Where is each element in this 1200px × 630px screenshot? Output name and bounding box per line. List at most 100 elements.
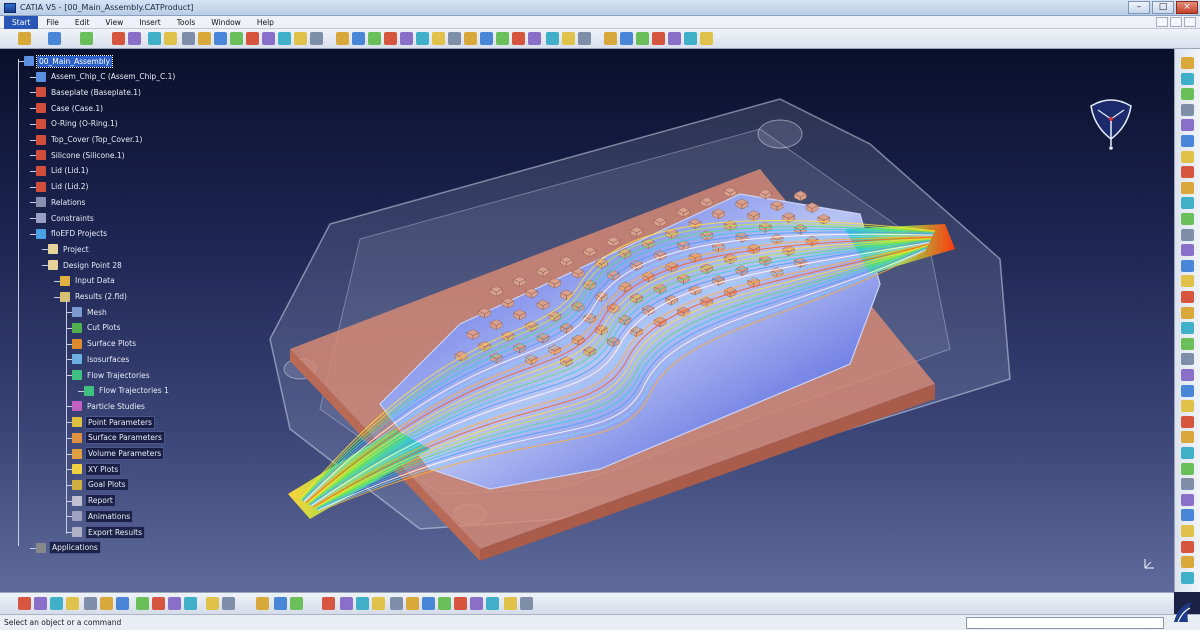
workbench-tool-icon[interactable]: [1181, 88, 1194, 101]
workbench-tool-icon[interactable]: [1181, 478, 1194, 491]
toolbar-tool-icon[interactable]: [230, 32, 243, 45]
view-tool-icon[interactable]: [152, 597, 165, 610]
tree-node-particle-studies[interactable]: Particle Studies: [72, 400, 147, 412]
workbench-tool-icon[interactable]: [1181, 353, 1194, 366]
workbench-tool-icon[interactable]: [1181, 571, 1194, 584]
menu-file[interactable]: File: [38, 16, 67, 29]
toolbar-tool-icon[interactable]: [528, 32, 541, 45]
view-tool-icon[interactable]: [406, 597, 419, 610]
workbench-tool-icon[interactable]: [1181, 415, 1194, 428]
toolbar-tool-icon[interactable]: [512, 32, 525, 45]
tree-node-surface-plots[interactable]: Surface Plots: [72, 338, 138, 350]
toolbar-tool-icon[interactable]: [310, 32, 323, 45]
view-tool-icon[interactable]: [184, 597, 197, 610]
toolbar-tool-icon[interactable]: [164, 32, 177, 45]
menu-start[interactable]: Start: [4, 15, 39, 29]
tree-node-report[interactable]: Report: [72, 494, 116, 508]
toolbar-tool-icon[interactable]: [432, 32, 445, 45]
menu-minimize-button[interactable]: [1156, 17, 1168, 27]
workbench-tool-icon[interactable]: [1181, 213, 1194, 225]
workbench-tool-icon[interactable]: [1181, 540, 1194, 553]
tree-node-lid-lid-2[interactable]: Lid (Lid.2): [36, 181, 90, 193]
toolbar-tool-icon[interactable]: [700, 32, 713, 45]
toolbar-tool-icon[interactable]: [18, 32, 31, 45]
menu-view[interactable]: View: [97, 16, 131, 29]
specification-tree[interactable]: 00_Main_Assembly Assem_Chip_C (Assem_Chip…: [8, 49, 258, 589]
tree-node-goal-plots[interactable]: Goal Plots: [72, 478, 129, 492]
view-tool-icon[interactable]: [84, 597, 97, 610]
workbench-tool-icon[interactable]: [1181, 462, 1194, 475]
toolbar-tool-icon[interactable]: [112, 32, 125, 45]
workbench-tool-icon[interactable]: [1181, 259, 1194, 272]
workbench-tool-icon[interactable]: [1181, 556, 1194, 569]
workbench-tool-icon[interactable]: [1181, 431, 1194, 444]
menu-help[interactable]: Help: [249, 16, 282, 29]
view-tool-icon[interactable]: [422, 597, 435, 610]
tree-node-baseplate-baseplate-1[interactable]: Baseplate (Baseplate.1): [36, 86, 143, 98]
view-tool-icon[interactable]: [520, 597, 533, 610]
view-tool-icon[interactable]: [356, 597, 369, 610]
view-tool-icon[interactable]: [256, 597, 269, 610]
toolbar-tool-icon[interactable]: [636, 32, 649, 45]
tree-node-relations[interactable]: Relations: [36, 196, 87, 208]
view-tool-icon[interactable]: [322, 597, 335, 610]
tree-node-silicone-silicone-1[interactable]: Silicone (Silicone.1): [36, 149, 127, 161]
tree-node-lid-lid-1[interactable]: Lid (Lid.1): [36, 165, 90, 177]
compass-icon[interactable]: [1086, 94, 1136, 154]
toolbar-tool-icon[interactable]: [496, 32, 509, 45]
workbench-tool-icon[interactable]: [1181, 493, 1194, 506]
view-tool-icon[interactable]: [372, 597, 385, 610]
workbench-tool-icon[interactable]: [1181, 322, 1194, 335]
view-tool-icon[interactable]: [34, 597, 47, 610]
toolbar-tool-icon[interactable]: [684, 32, 697, 45]
toolbar-tool-icon[interactable]: [48, 32, 61, 45]
toolbar-tool-icon[interactable]: [620, 32, 633, 45]
workbench-tool-icon[interactable]: [1181, 72, 1194, 85]
tree-node-case-case-1[interactable]: Case (Case.1): [36, 102, 105, 114]
toolbar-tool-icon[interactable]: [128, 32, 141, 45]
workbench-tool-icon[interactable]: [1181, 228, 1194, 241]
workbench-tool-icon[interactable]: [1181, 447, 1194, 459]
tree-node-xy-plots[interactable]: XY Plots: [72, 462, 122, 476]
tree-node-design-point-28[interactable]: Design Point 28: [48, 259, 124, 271]
workbench-tool-icon[interactable]: [1181, 400, 1194, 413]
tree-node-surface-parameters[interactable]: Surface Parameters: [72, 431, 165, 445]
toolbar-tool-icon[interactable]: [480, 32, 493, 45]
view-tool-icon[interactable]: [470, 597, 483, 610]
toolbar-tool-icon[interactable]: [148, 32, 161, 45]
toolbar-tool-icon[interactable]: [384, 32, 397, 45]
axis-system-icon[interactable]: [1142, 557, 1156, 571]
workbench-tool-icon[interactable]: [1181, 291, 1194, 303]
toolbar-tool-icon[interactable]: [416, 32, 429, 45]
workbench-tool-icon[interactable]: [1181, 525, 1194, 537]
tree-node-constraints[interactable]: Constraints: [36, 212, 96, 224]
command-input[interactable]: [966, 617, 1164, 629]
view-tool-icon[interactable]: [168, 597, 181, 610]
tree-node-animations[interactable]: Animations: [72, 509, 134, 523]
workbench-tool-icon[interactable]: [1181, 119, 1194, 132]
workbench-tool-icon[interactable]: [1181, 306, 1194, 319]
view-tool-icon[interactable]: [18, 597, 31, 610]
toolbar-tool-icon[interactable]: [464, 32, 477, 45]
tree-node-applications[interactable]: Applications: [36, 541, 101, 555]
tree-node-top-cover-top-cover-1[interactable]: Top_Cover (Top_Cover.1): [36, 134, 144, 146]
view-tool-icon[interactable]: [100, 597, 113, 610]
workbench-tool-icon[interactable]: [1181, 103, 1194, 116]
view-tool-icon[interactable]: [66, 597, 79, 610]
menu-edit[interactable]: Edit: [67, 16, 98, 29]
view-tool-icon[interactable]: [486, 597, 499, 610]
workbench-tool-icon[interactable]: [1181, 57, 1194, 69]
toolbar-tool-icon[interactable]: [604, 32, 617, 45]
workbench-tool-icon[interactable]: [1181, 166, 1194, 179]
toolbar-tool-icon[interactable]: [214, 32, 227, 45]
toolbar-tool-icon[interactable]: [578, 32, 591, 45]
menu-close-button[interactable]: [1184, 17, 1196, 27]
workbench-tool-icon[interactable]: [1181, 275, 1194, 288]
workbench-tool-icon[interactable]: [1181, 181, 1194, 194]
toolbar-tool-icon[interactable]: [198, 32, 211, 45]
view-tool-icon[interactable]: [116, 597, 129, 610]
toolbar-tool-icon[interactable]: [668, 32, 681, 45]
tree-node-mesh[interactable]: Mesh: [72, 306, 109, 318]
view-tool-icon[interactable]: [50, 597, 63, 610]
workbench-tool-icon[interactable]: [1181, 150, 1194, 163]
